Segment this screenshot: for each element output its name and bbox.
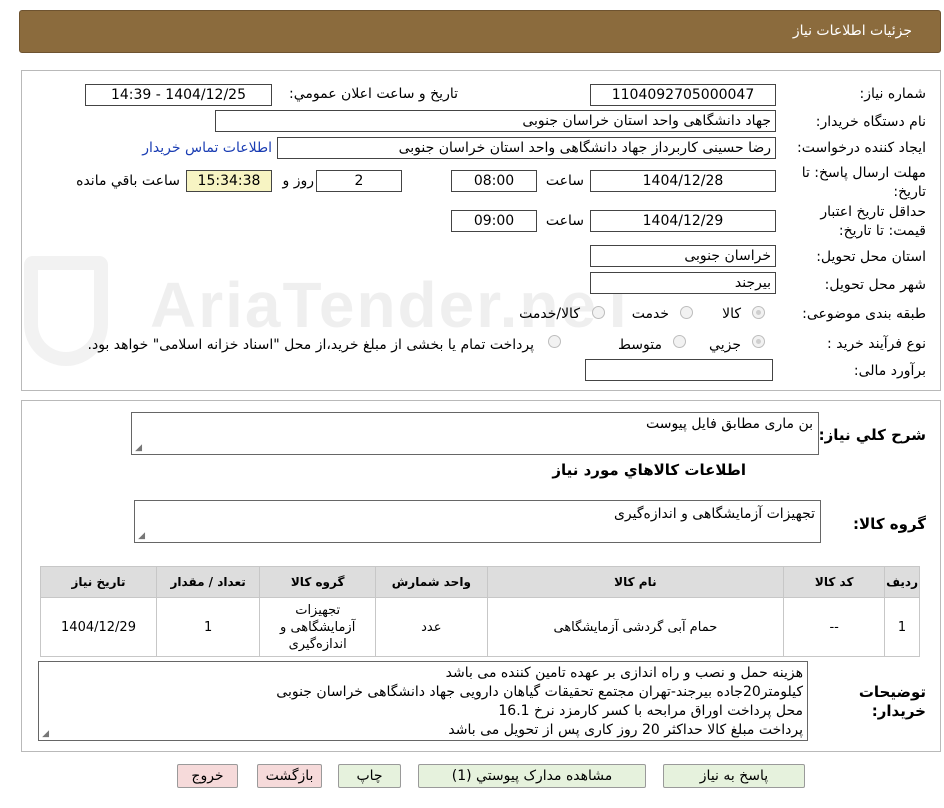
goods-group-textarea[interactable]: تجهیزات آزمایشگاهی و اندازه‌گیری ◢ xyxy=(134,500,821,543)
announce-field: 1404/12/25 - 14:39 xyxy=(85,84,272,106)
announce-label: تاریخ و ساعت اعلان عمومي: xyxy=(289,86,458,102)
back-button[interactable]: بازگشت xyxy=(257,764,322,788)
table-row: 1 -- حمام آبی گردشی آزمایشگاهی عدد تجهیز… xyxy=(39,597,920,657)
page-header: جزئیات اطلاعات نیاز xyxy=(19,10,941,53)
category-both-radio[interactable] xyxy=(592,306,605,319)
goods-table: ردیف کد کالا نام کالا واحد شمارش گروه کا… xyxy=(39,566,920,657)
col-name: نام کالا xyxy=(486,566,785,598)
exit-button[interactable]: خروج xyxy=(177,764,238,788)
goods-group-label: گروه کالا: xyxy=(853,515,926,533)
process-medium-label: متوسط xyxy=(618,337,662,353)
province-field: خراسان جنوبی xyxy=(590,245,776,267)
reply-date-field: 1404/12/28 xyxy=(590,170,776,192)
buyer-notes-text: هزینه حمل و نصب و راه اندازی بر عهده تام… xyxy=(276,664,803,740)
validity-time-field: 09:00 xyxy=(451,210,537,232)
category-service-label: خدمت xyxy=(631,306,669,322)
goods-group-text: تجهیزات آزمایشگاهی و اندازه‌گیری xyxy=(613,506,815,522)
cell-code: -- xyxy=(783,597,886,657)
col-code: کد کالا xyxy=(783,566,886,598)
creator-field: رضا حسینی کاربرداز جهاد دانشگاهی واحد اس… xyxy=(277,137,776,159)
remaining-label: ساعت باقي مانده xyxy=(76,173,180,189)
process-treasury-radio[interactable] xyxy=(548,335,561,348)
process-medium-radio[interactable] xyxy=(673,335,686,348)
cell-group: تجهیزات آزمایشگاهی و اندازه‌گیری xyxy=(259,597,377,657)
col-row: ردیف xyxy=(884,566,920,598)
need-number-label: شماره نیاز: xyxy=(859,86,927,102)
category-goods-label: کالا xyxy=(722,306,741,322)
category-label: طبقه بندی موضوعی: xyxy=(802,306,926,322)
cell-qty: 1 xyxy=(156,597,261,657)
description-label: شرح کلي نیاز: xyxy=(818,426,926,444)
description-textarea[interactable]: بن ماری مطابق فایل پیوست ◢ xyxy=(131,412,819,455)
buyer-notes-textarea[interactable]: هزینه حمل و نصب و راه اندازی بر عهده تام… xyxy=(38,661,808,741)
process-minor-radio[interactable] xyxy=(752,335,765,348)
cell-row: 1 xyxy=(884,597,920,657)
city-label: شهر محل تحویل: xyxy=(824,277,926,293)
buyer-org-field: جهاد دانشگاهی واحد استان خراسان جنوبی xyxy=(215,110,776,132)
resize-grip-icon[interactable]: ◢ xyxy=(137,532,145,541)
buyer-note-line: کیلومتر20جاده بیرجند-تهران مجتمع تحقیقات… xyxy=(276,684,803,700)
remaining-time-field: 15:34:38 xyxy=(186,170,272,192)
buyer-notes-label: توضیحات خریدار: xyxy=(858,683,926,720)
estimate-field[interactable] xyxy=(585,359,773,381)
col-unit: واحد شمارش xyxy=(375,566,488,598)
process-label: نوع فرآیند خرید : xyxy=(827,336,926,352)
print-button[interactable]: چاپ xyxy=(338,764,401,788)
need-number-field: 1104092705000047 xyxy=(590,84,776,106)
description-text: بن ماری مطابق فایل پیوست xyxy=(646,416,813,432)
buyer-org-label: نام دستگاه خریدار: xyxy=(815,114,926,130)
goods-section-title: اطلاعات کالاهاي مورد نیاز xyxy=(552,461,746,479)
validity-label: حداقل تاریخ اعتبار قیمت: تا تاریخ: xyxy=(820,204,926,239)
reply-time-field: 08:00 xyxy=(451,170,537,192)
cell-date: 1404/12/29 xyxy=(39,597,158,657)
estimate-label: برآورد مالی: xyxy=(853,363,926,379)
watermark-text: AriaTender.neT xyxy=(150,269,640,341)
validity-date-field: 1404/12/29 xyxy=(590,210,776,232)
category-service-radio[interactable] xyxy=(680,306,693,319)
buyer-note-line: پرداخت مبلغ کالا حداکثر 20 روز کاری پس ا… xyxy=(448,722,803,738)
validity-time-label: ساعت xyxy=(545,213,584,229)
city-field: بیرجند xyxy=(590,272,776,294)
category-goods-radio[interactable] xyxy=(752,306,765,319)
creator-label: ایجاد کننده درخواست: xyxy=(797,140,926,156)
reply-button[interactable]: پاسخ به نیاز xyxy=(663,764,805,788)
days-field: 2 xyxy=(316,170,402,192)
days-label: روز و xyxy=(282,173,315,189)
col-qty: تعداد / مقدار xyxy=(156,566,261,598)
category-both-label: کالا/خدمت xyxy=(519,306,580,322)
buyer-contact-link[interactable]: اطلاعات تماس خریدار xyxy=(142,140,272,156)
process-note: پرداخت تمام یا بخشی از مبلغ خرید،از محل … xyxy=(87,337,534,353)
view-attachments-button[interactable]: مشاهده مدارک پیوستي (1) xyxy=(418,764,646,788)
col-group: گروه کالا xyxy=(259,566,377,598)
cell-unit: عدد xyxy=(375,597,488,657)
province-label: استان محل تحویل: xyxy=(816,249,926,265)
resize-grip-icon[interactable]: ◢ xyxy=(41,730,49,739)
process-minor-label: جزیي xyxy=(709,337,741,353)
reply-deadline-label: مهلت ارسال پاسخ: تا تاریخ: xyxy=(801,165,926,200)
col-date: تاریخ نیاز xyxy=(39,566,158,598)
buyer-note-line: محل پرداخت اوراق مرابحه با کسر کارمزد نر… xyxy=(498,703,803,719)
goods-table-header: ردیف کد کالا نام کالا واحد شمارش گروه کا… xyxy=(39,566,920,598)
resize-grip-icon[interactable]: ◢ xyxy=(134,444,142,453)
buyer-note-line: هزینه حمل و نصب و راه اندازی بر عهده تام… xyxy=(445,665,803,681)
reply-time-label: ساعت xyxy=(545,173,584,189)
cell-name: حمام آبی گردشی آزمایشگاهی xyxy=(486,597,785,657)
page-title: جزئیات اطلاعات نیاز xyxy=(792,23,912,39)
